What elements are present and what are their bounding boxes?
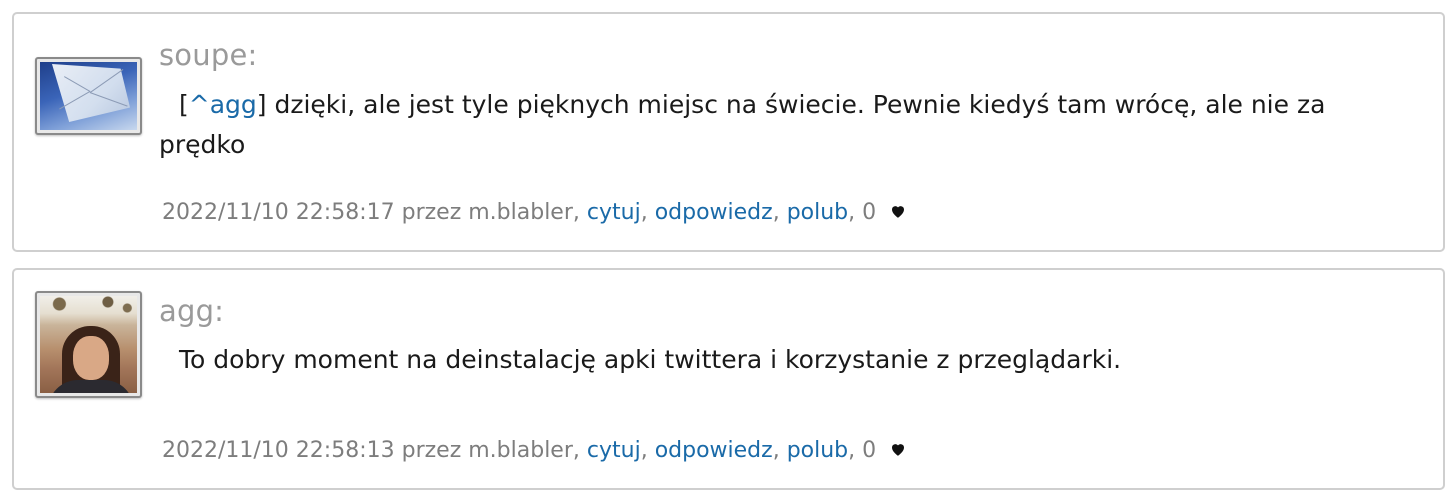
by-user: m.blabler xyxy=(468,438,573,463)
post-author[interactable]: soupe: xyxy=(159,38,257,72)
heart-icon xyxy=(892,444,905,456)
by-user: m.blabler xyxy=(468,200,573,225)
avatar[interactable] xyxy=(35,291,142,398)
reply-mention-link[interactable]: ^agg xyxy=(189,90,257,119)
like-link[interactable]: polub xyxy=(787,438,848,463)
quote-link[interactable]: cytuj xyxy=(587,200,641,225)
reply-bracket-close: ] xyxy=(256,90,267,119)
umbrella-photo xyxy=(40,62,137,130)
like-count: 0 xyxy=(862,438,877,463)
reply-bracket-open: [ xyxy=(179,90,189,119)
post-text: To dobry moment na deinstalację apki twi… xyxy=(179,345,1122,374)
timestamp: 2022/11/10 22:58:17 xyxy=(162,200,395,225)
post: soupe: [^agg] dzięki, ale jest tyle pięk… xyxy=(12,12,1445,252)
like-count: 0 xyxy=(862,200,877,225)
avatar[interactable] xyxy=(35,57,142,135)
post-meta: 2022/11/10 22:58:17 przez m.blabler, cyt… xyxy=(162,200,907,225)
by-label: przez xyxy=(401,438,462,463)
post-text: dzięki, ale jest tyle pięknych miejsc na… xyxy=(159,90,1326,159)
post-body: [^agg] dzięki, ale jest tyle pięknych mi… xyxy=(159,85,1419,165)
by-label: przez xyxy=(401,200,462,225)
post: agg: To dobry moment na deinstalację apk… xyxy=(12,268,1445,490)
post-body: To dobry moment na deinstalację apki twi… xyxy=(159,340,1419,380)
reply-link[interactable]: odpowiedz xyxy=(655,200,773,225)
heart-icon xyxy=(892,206,905,218)
post-author[interactable]: agg: xyxy=(159,294,224,328)
timestamp: 2022/11/10 22:58:13 xyxy=(162,438,395,463)
portrait-photo xyxy=(40,296,137,393)
post-meta: 2022/11/10 22:58:13 przez m.blabler, cyt… xyxy=(162,438,907,463)
quote-link[interactable]: cytuj xyxy=(587,438,641,463)
reply-link[interactable]: odpowiedz xyxy=(655,438,773,463)
like-link[interactable]: polub xyxy=(787,200,848,225)
